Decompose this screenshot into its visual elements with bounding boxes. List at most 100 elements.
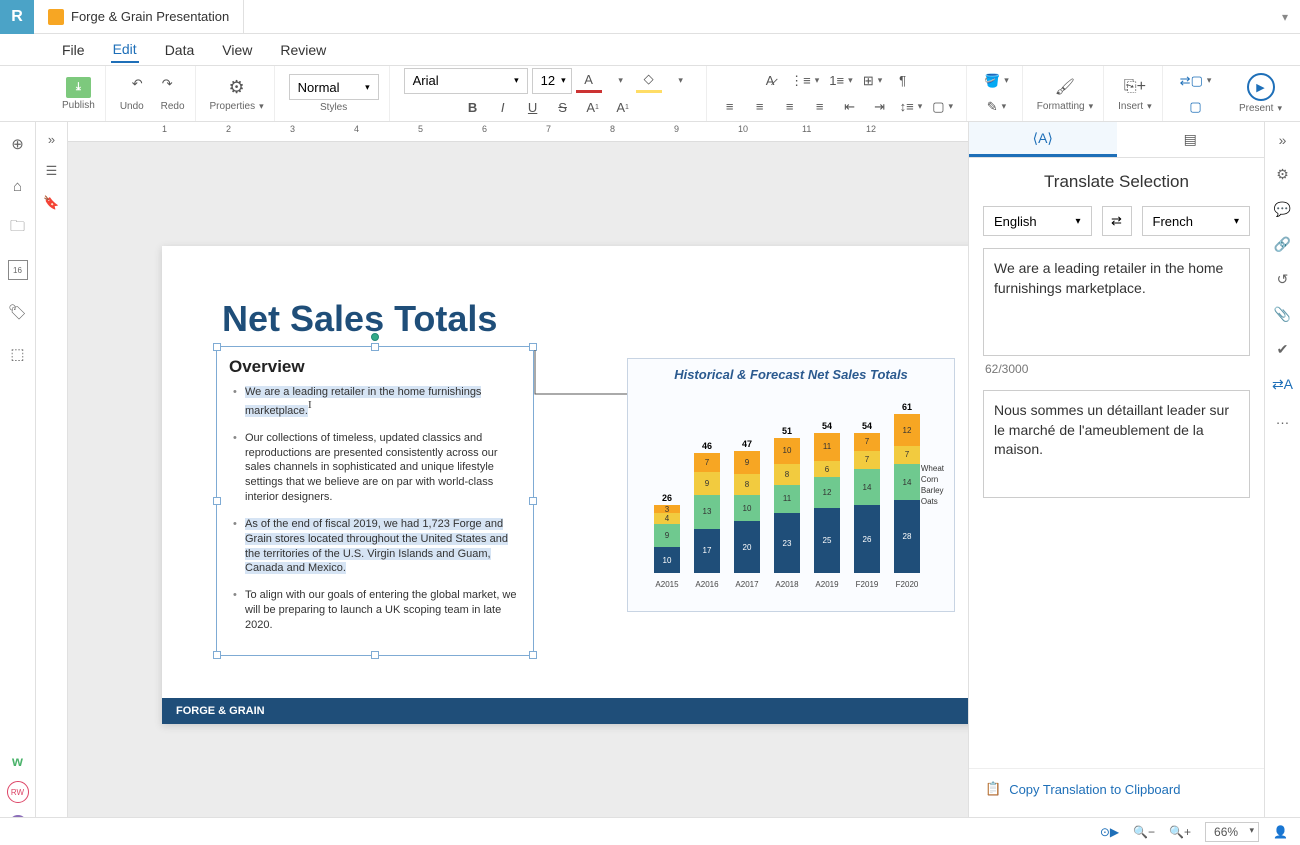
align-justify-button[interactable]: ≡ <box>807 95 833 119</box>
resize-handle-s[interactable] <box>371 651 379 659</box>
doc-tab[interactable]: Forge & Grain Presentation <box>34 0 244 34</box>
formatting-label[interactable]: Formatting <box>1037 101 1093 112</box>
bullet-3[interactable]: As of the end of fiscal 2019, we had 1,7… <box>245 517 517 576</box>
user-icon[interactable]: 👤 <box>1273 825 1288 839</box>
menu-file[interactable]: File <box>60 38 87 62</box>
present-button[interactable]: ▶ <box>1247 73 1275 101</box>
overview-textbox[interactable]: Overview We are a leading retailer in th… <box>216 346 534 656</box>
resize-handle-nw[interactable] <box>213 343 221 351</box>
align-left-button[interactable]: ≡ <box>717 95 743 119</box>
bookmark-icon[interactable]: 🔖 <box>43 195 59 211</box>
chart[interactable]: Historical & Forecast Net Sales Totals W… <box>627 358 955 612</box>
clearformat-button[interactable]: A̷ <box>757 69 783 93</box>
resize-handle-se[interactable] <box>529 651 537 659</box>
insert-icon[interactable]: ⎘+ <box>1121 75 1149 99</box>
more-icon[interactable]: … <box>1276 411 1290 427</box>
menu-review[interactable]: Review <box>278 38 328 62</box>
zoom-out-button[interactable]: 🔍− <box>1133 825 1155 839</box>
check-icon[interactable]: ✔ <box>1277 341 1289 358</box>
menu-data[interactable]: Data <box>163 38 197 62</box>
add-icon[interactable]: ⊕ <box>8 134 28 154</box>
comment-icon[interactable]: 💬 <box>1274 201 1291 218</box>
highlight-dd[interactable] <box>666 69 692 93</box>
redo-button[interactable]: ↷ <box>154 72 180 96</box>
resize-handle-w[interactable] <box>213 497 221 505</box>
fontsize-select[interactable]: 12▾ <box>532 68 572 94</box>
tab-other[interactable]: ▤ <box>1117 122 1265 157</box>
textcolor-dd[interactable] <box>606 69 632 93</box>
zoom-select[interactable]: 66% <box>1205 822 1259 842</box>
canvas-inner[interactable]: Net Sales Totals Overview We are a leadi… <box>68 142 968 845</box>
slide-title[interactable]: Net Sales Totals <box>222 298 497 340</box>
table-button[interactable]: ⊞ <box>860 69 886 93</box>
w-badge-icon[interactable]: w <box>12 753 23 769</box>
calendar-icon[interactable]: 16 <box>8 260 28 280</box>
highlight-button[interactable]: ◇ <box>636 69 662 93</box>
app-badge[interactable]: R <box>0 0 34 34</box>
overview-heading[interactable]: Overview <box>217 347 533 383</box>
copy-translation-button[interactable]: 📋 Copy Translation to Clipboard <box>969 768 1264 809</box>
style-select[interactable]: Normal▾ <box>289 74 379 100</box>
menu-view[interactable]: View <box>220 38 254 62</box>
swap-lang-button[interactable]: ⇄ <box>1102 206 1132 236</box>
fill-button[interactable]: 🪣 <box>981 69 1012 93</box>
attachment-icon[interactable]: 📎 <box>1274 306 1291 323</box>
bullet-1[interactable]: We are a leading retailer in the home fu… <box>245 385 517 419</box>
align-center-button[interactable]: ≡ <box>747 95 773 119</box>
numbering-button[interactable]: 1≡ <box>826 69 855 93</box>
italic-button[interactable]: I <box>490 96 516 120</box>
textcolor-button[interactable]: A <box>576 69 602 93</box>
insert-label[interactable]: Insert <box>1118 101 1152 112</box>
formatting-icon[interactable]: 🖌 <box>1052 75 1078 99</box>
properties-label[interactable]: Properties <box>210 101 264 112</box>
gear-icon[interactable]: ⚙ <box>1276 166 1289 183</box>
border-button[interactable]: ▢ <box>929 95 956 119</box>
pen-button[interactable]: ✎ <box>983 95 1009 119</box>
present-label[interactable]: Present <box>1239 103 1282 114</box>
history-icon[interactable]: ↺ <box>1277 271 1289 288</box>
cube-icon[interactable]: ⬚ <box>8 344 28 364</box>
indent-button[interactable]: ⇥ <box>867 95 893 119</box>
lang-to-select[interactable]: French▾ <box>1142 206 1251 236</box>
rotate-handle[interactable] <box>371 333 379 341</box>
titlebar-menu-icon[interactable]: ▾ <box>1270 10 1300 24</box>
resize-handle-e[interactable] <box>529 497 537 505</box>
arrange2-button[interactable]: ▢ <box>1183 95 1209 119</box>
properties-icon[interactable]: ⚙ <box>224 75 250 99</box>
font-select[interactable]: Arial▾ <box>404 68 528 94</box>
subscript-button[interactable]: A1 <box>610 96 636 120</box>
slide[interactable]: Net Sales Totals Overview We are a leadi… <box>162 246 968 724</box>
zoom-in-button[interactable]: 🔍+ <box>1169 825 1191 839</box>
lang-from-select[interactable]: English▾ <box>983 206 1092 236</box>
user-badge[interactable]: RW <box>7 781 29 803</box>
home-icon[interactable]: ⌂ <box>8 176 28 196</box>
link-icon[interactable]: 🔗 <box>1274 236 1291 253</box>
publish-button[interactable]: ⤓ <box>66 77 91 98</box>
align-right-button[interactable]: ≡ <box>777 95 803 119</box>
resize-handle-n[interactable] <box>371 343 379 351</box>
expand-right-icon[interactable]: » <box>1279 132 1287 148</box>
underline-button[interactable]: U <box>520 96 546 120</box>
strike-button[interactable]: S <box>550 96 576 120</box>
play-icon[interactable]: ⊙▶ <box>1100 825 1119 839</box>
paragraph-button[interactable]: ¶ <box>890 69 916 93</box>
expand-left-icon[interactable]: » <box>48 132 55 147</box>
menu-edit[interactable]: Edit <box>111 37 139 63</box>
superscript-button[interactable]: A1 <box>580 96 606 120</box>
outline-list-icon[interactable]: ☰ <box>46 163 58 179</box>
linespacing-button[interactable]: ↕≡ <box>897 95 926 119</box>
arrange-button[interactable]: ⇄▢ <box>1177 69 1215 93</box>
source-textarea[interactable]: We are a leading retailer in the home fu… <box>983 248 1250 356</box>
outdent-button[interactable]: ⇤ <box>837 95 863 119</box>
folder-icon[interactable]: 🗀 <box>8 218 28 238</box>
undo-button[interactable]: ↶ <box>124 72 150 96</box>
overview-list[interactable]: We are a leading retailer in the home fu… <box>217 383 533 633</box>
resize-handle-sw[interactable] <box>213 651 221 659</box>
bullet-2[interactable]: Our collections of timeless, updated cla… <box>245 431 517 505</box>
tag-icon[interactable]: 🏷 <box>8 302 28 322</box>
bold-button[interactable]: B <box>460 96 486 120</box>
target-textarea[interactable]: Nous sommes un détaillant leader sur le … <box>983 390 1250 498</box>
bullet-4[interactable]: To align with our goals of entering the … <box>245 588 517 633</box>
bullets-button[interactable]: ⋮≡ <box>787 69 822 93</box>
ruler[interactable]: 123456789101112 <box>68 122 968 142</box>
